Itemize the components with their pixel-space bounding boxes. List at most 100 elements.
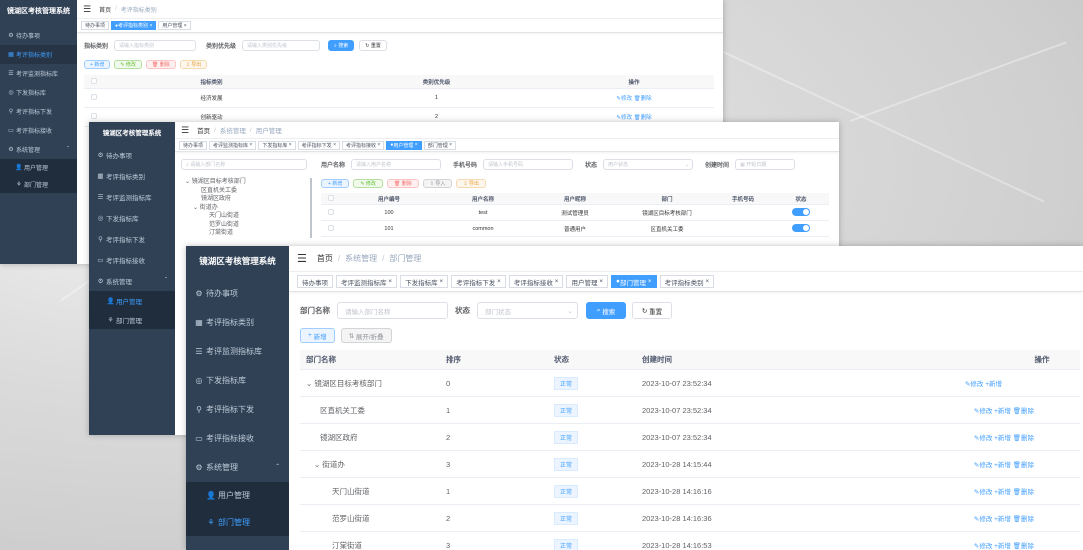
export-button[interactable]: ⇩ 导出 [456, 179, 486, 188]
delete-link[interactable]: 🗑删除 [1013, 516, 1034, 523]
breadcrumb-system[interactable]: 系统管理 [345, 253, 377, 264]
breadcrumb-system[interactable]: 系统管理 [220, 125, 246, 135]
tag-users[interactable]: 用户管理 × [158, 21, 191, 30]
hamburger-icon[interactable]: ☰ [83, 4, 91, 15]
dept-tree-search[interactable]: ⌕ 请输入部门名称 [181, 159, 307, 170]
add-link[interactable]: +新增 [994, 543, 1011, 550]
menu-item-users[interactable]: 👤 用户管理 [89, 291, 175, 310]
menu-item-category[interactable]: ▦ 考评指标类别 [89, 165, 175, 186]
tree-scrollbar[interactable] [310, 178, 312, 238]
add-button[interactable]: + 新增 [321, 179, 350, 188]
reset-button[interactable]: ↻ 重置 [359, 40, 387, 51]
menu-item-system[interactable]: ⚙ 系统管理 ˆ [89, 270, 175, 291]
add-link[interactable]: +新增 [994, 516, 1011, 523]
tag-issue-lib[interactable]: 下发指标库 × [400, 275, 449, 288]
menu-item-issue[interactable]: ⚲ 考评指标下发 [186, 395, 289, 424]
menu-item-users[interactable]: 👤 用户管理 [0, 159, 77, 176]
search-button[interactable]: ⌕ 搜索 [328, 40, 355, 51]
menu-item-receive[interactable]: ▭ 考评指标接收 [0, 121, 77, 140]
tag-todo[interactable]: 待办事项 [297, 275, 333, 288]
tree-node[interactable]: 天门山街道 [185, 212, 246, 221]
hamburger-icon[interactable]: ☰ [181, 125, 189, 136]
status-select[interactable]: 部门状态 ⌄ [477, 302, 578, 319]
tag-category[interactable]: 考评指标类别 × [659, 275, 715, 288]
tag-category[interactable]: ● 考评指标类别 × [111, 21, 157, 30]
menu-item-monitor[interactable]: ☰ 考评监测指标库 [0, 64, 77, 83]
menu-item-depts[interactable]: ⚘ 部门管理 [89, 310, 175, 329]
menu-item-monitor[interactable]: ☰ 考评监测指标库 [186, 337, 289, 366]
tag-issue[interactable]: 考评指标下发 × [451, 275, 506, 288]
expand-collapse-button[interactable]: ⇅ 展开/折叠 [340, 328, 392, 343]
tag-users[interactable]: 用户管理 × [566, 275, 609, 288]
tag-depts[interactable]: ● 部门管理 × [611, 275, 657, 288]
edit-link[interactable]: ✎修改 [974, 489, 992, 496]
row-checkbox[interactable] [328, 208, 334, 215]
add-link[interactable]: +新增 [994, 489, 1011, 496]
add-button[interactable]: + 新增 [300, 328, 335, 343]
add-link[interactable]: +新增 [994, 462, 1011, 469]
category-input[interactable]: 请输入指标类别 [114, 40, 197, 51]
edit-link[interactable]: ✎修改 [974, 435, 992, 442]
menu-item-issue[interactable]: ⚲ 考评指标下发 [0, 102, 77, 121]
username-input[interactable]: 请输入用户名称 [351, 159, 442, 170]
delete-link[interactable]: 🗑删除 [1013, 489, 1034, 496]
tag-receive[interactable]: 考评指标接收 × [342, 140, 385, 150]
tree-node[interactable]: ⌄ 街道办 [185, 204, 246, 213]
row-checkbox[interactable] [91, 113, 97, 119]
edit-button[interactable]: ✎ 修改 [114, 60, 142, 69]
breadcrumb-home[interactable]: 首页 [197, 125, 210, 135]
row-checkbox[interactable] [328, 224, 334, 231]
tree-node[interactable]: 汀棠街道 [185, 229, 246, 238]
breadcrumb-home[interactable]: 首页 [317, 253, 333, 264]
menu-item-receive[interactable]: ▭ 考评指标接收 [89, 249, 175, 270]
menu-item-receive[interactable]: ▭ 考评指标接收 [186, 424, 289, 453]
import-button[interactable]: ⇧ 导入 [422, 179, 453, 188]
select-all-checkbox[interactable] [328, 194, 334, 201]
date-range-input[interactable]: ▦ 开始日期 [735, 159, 796, 170]
tag-users[interactable]: ● 用户管理 × [386, 140, 422, 150]
hamburger-icon[interactable]: ☰ [297, 252, 307, 265]
delete-link[interactable]: 🗑删除 [1013, 408, 1034, 415]
tag-monitor[interactable]: 考评监测指标库 × [209, 140, 257, 150]
status-toggle[interactable] [792, 223, 810, 232]
delete-button[interactable]: 🗑 删除 [145, 60, 176, 69]
tag-depts[interactable]: 部门管理 × [423, 140, 457, 150]
tag-issue[interactable]: 考评指标下发 × [297, 140, 340, 150]
edit-link[interactable]: ✎修改 [974, 408, 992, 415]
priority-input[interactable]: 请输入类别优先级 [242, 40, 321, 51]
edit-button[interactable]: ✎ 修改 [353, 179, 383, 188]
edit-link[interactable]: ✎修改 [974, 543, 992, 550]
menu-item-users[interactable]: 👤 用户管理 [186, 482, 289, 509]
search-button[interactable]: ⌕ 搜索 [586, 302, 626, 319]
menu-item-depts[interactable]: ⚘ 部门管理 [0, 176, 77, 193]
menu-item-depts[interactable]: ⚘ 部门管理 [186, 509, 289, 536]
delete-button[interactable]: 🗑 删除 [386, 179, 419, 188]
tree-node-root[interactable]: ⌄ 镜湖区目标考核部门 [185, 178, 246, 187]
menu-item-system[interactable]: ⚙ 系统管理 ˆ [0, 140, 77, 159]
menu-item-issue-lib[interactable]: ◎ 下发指标库 [89, 207, 175, 228]
menu-item-category[interactable]: ▦ 考评指标类别 [186, 308, 289, 337]
dept-name-input[interactable]: 请输入部门名称 [337, 302, 448, 319]
menu-item-todo[interactable]: ⚙ 待办事项 [89, 144, 175, 165]
tag-todo[interactable]: 待办事项 [179, 140, 208, 150]
export-button[interactable]: ⇩ 导出 [179, 60, 208, 69]
row-checkbox[interactable] [91, 94, 97, 100]
edit-link[interactable]: ✎修改 [974, 516, 992, 523]
tree-node[interactable]: 镜湖区政府 [185, 195, 246, 204]
edit-link[interactable]: ✎修改 [965, 381, 983, 388]
menu-item-issue-lib[interactable]: ◎ 下发指标库 [186, 366, 289, 395]
delete-link[interactable]: 🗑删除 [1013, 435, 1034, 442]
menu-item-monitor[interactable]: ☰ 考评监测指标库 [89, 186, 175, 207]
tag-issue-lib[interactable]: 下发指标库 × [258, 140, 296, 150]
breadcrumb-home[interactable]: 首页 [99, 5, 111, 14]
menu-item-todo[interactable]: ⚙ 待办事项 [0, 26, 77, 45]
status-select[interactable]: 用户状态 ⌄ [603, 159, 694, 170]
menu-item-issue-lib[interactable]: ◎ 下发指标库 [0, 83, 77, 102]
tag-monitor[interactable]: 考评监测指标库 × [336, 275, 398, 288]
tag-receive[interactable]: 考评指标接收 × [508, 275, 564, 288]
status-toggle[interactable] [792, 207, 810, 216]
tree-node[interactable]: 范罗山街道 [185, 221, 246, 230]
add-link[interactable]: +新增 [985, 381, 1002, 388]
menu-item-category[interactable]: ▦ 考评指标类别 [0, 45, 77, 64]
select-all-checkbox[interactable] [91, 77, 97, 84]
